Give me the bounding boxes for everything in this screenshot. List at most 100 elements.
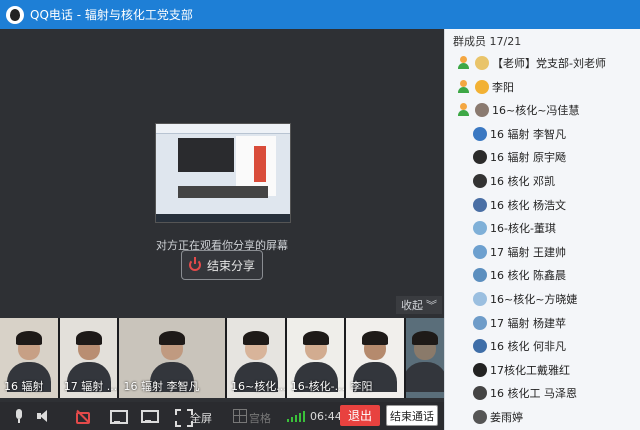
participant-thumbnail[interactable]: 李阳: [346, 318, 405, 398]
participant-hair: [15, 331, 42, 345]
preview-thumb-strip: [178, 186, 268, 198]
window-title: QQ电话 - 辐射与核化工党支部: [30, 8, 193, 22]
member-name: 16 核化 何非凡: [490, 340, 566, 354]
member-name: 16~核化~方晓婕: [490, 293, 578, 306]
fullscreen-label[interactable]: 全屏: [190, 410, 212, 426]
screen-share-icon[interactable]: [110, 409, 128, 424]
participant-hair: [159, 331, 186, 345]
member-item[interactable]: 16 核化 杨浩文: [445, 193, 640, 217]
member-item[interactable]: 16 核化 邓凯: [445, 169, 640, 193]
avatar: [475, 79, 489, 94]
member-name: 16 核化工 马泽恩: [490, 387, 577, 401]
fullscreen-icon[interactable]: [175, 409, 193, 427]
power-icon: [188, 257, 201, 271]
participant-thumbnail[interactable]: 16 辐射: [0, 318, 58, 398]
member-item[interactable]: 17 辐射 王建帅: [445, 240, 640, 264]
avatar: [473, 292, 487, 306]
participant-label: 16~核化...: [230, 380, 285, 393]
member-list: 群成员 17/21 【老师】党支部-刘老师 李阳 16~核化~冯佳慧 16 辐射 李智…: [444, 29, 640, 430]
person-icon: [457, 79, 470, 93]
member-name: 16~核化~冯佳慧: [492, 104, 580, 118]
qq-logo-icon: [6, 5, 24, 24]
speaker-icon[interactable]: [36, 409, 50, 423]
member-item[interactable]: 16~核化~方晓婕: [445, 287, 640, 311]
collapse-label: 收起: [401, 299, 423, 312]
participant-thumbnails: 16 辐射 17 辐射 ... 16 辐射 李智凡 16~核化... 16-核化-...…: [0, 318, 445, 398]
member-item[interactable]: 16 核化 陈鑫晨: [445, 263, 640, 287]
chevron-down-icon: ︾: [426, 299, 437, 312]
participant-label: 16 辐射 李智凡: [123, 380, 200, 393]
preview-video: [178, 138, 234, 172]
participant-thumbnail[interactable]: 16 辐射 李智凡: [119, 318, 225, 398]
participant-hair: [242, 331, 269, 345]
title-bar: QQ电话 - 辐射与核化工党支部: [0, 0, 640, 29]
member-item[interactable]: 17 辐射 杨建苹: [445, 311, 640, 335]
participant-label: 17 辐射 ...: [63, 380, 118, 393]
member-name: 17核化工戴雅红: [490, 363, 570, 377]
member-item[interactable]: 16 辐射 李智凡: [445, 122, 640, 146]
shared-screen-preview[interactable]: [155, 123, 291, 223]
avatar: [473, 174, 487, 188]
avatar: [473, 197, 487, 212]
avatar: [473, 268, 487, 283]
member-name: 16 核化 邓凯: [490, 175, 555, 188]
member-name: 16-核化-董琪: [490, 222, 556, 236]
member-item[interactable]: 17核化工戴雅红: [445, 358, 640, 382]
member-name: 16 核化 陈鑫晨: [490, 269, 566, 283]
participant-label: 16-核化-...: [290, 380, 345, 393]
member-name: 【老师】党支部-刘老师: [492, 57, 606, 70]
avatar: [473, 362, 487, 377]
participant-hair: [412, 331, 439, 345]
member-name: 17 辐射 杨建苹: [490, 316, 566, 330]
grid-view-label[interactable]: 宫格: [249, 410, 271, 426]
avatar: [473, 150, 487, 165]
person-icon: [457, 103, 470, 117]
avatar: [475, 56, 489, 70]
avatar: [475, 103, 489, 118]
person-icon: [457, 56, 470, 69]
member-item[interactable]: 【老师】党支部-刘老师: [445, 51, 640, 75]
preview-taskbar: [156, 214, 290, 222]
member-name: 16 辐射 李智凡: [490, 127, 566, 141]
member-item[interactable]: 16 辐射 原宇飏: [445, 145, 640, 169]
participant-label: 16 辐射: [4, 380, 44, 393]
member-item[interactable]: 姜雨婷: [445, 405, 640, 429]
avatar: [473, 244, 487, 259]
avatar: [473, 126, 487, 141]
participant-thumbnail[interactable]: [406, 318, 445, 398]
participant-thumbnail[interactable]: 16-核化-...: [286, 318, 345, 398]
avatar: [473, 315, 487, 330]
member-item[interactable]: 李阳: [445, 75, 640, 99]
signal-strength-icon: [287, 411, 305, 422]
avatar: [473, 410, 487, 424]
participant-hair: [302, 331, 329, 345]
avatar: [473, 386, 487, 401]
participant-hair: [362, 331, 389, 345]
preview-toolbar: [156, 124, 290, 134]
participant-label: 李阳: [350, 380, 373, 393]
participant-hair: [75, 331, 102, 345]
member-item[interactable]: 16 核化 何非凡: [445, 334, 640, 358]
member-item[interactable]: 16 核化工 马泽恩: [445, 381, 640, 405]
member-item[interactable]: 16~核化~冯佳慧: [445, 98, 640, 122]
member-name: 17 辐射 王建帅: [490, 245, 566, 259]
member-name: 李阳: [492, 80, 514, 94]
end-share-label: 结束分享: [206, 258, 255, 273]
exit-button[interactable]: 退出: [340, 405, 380, 426]
presentation-icon[interactable]: [141, 409, 159, 423]
preview-red-panel: [254, 146, 266, 182]
end-share-button[interactable]: 结束分享: [181, 250, 263, 280]
collapse-button[interactable]: 收起 ︾: [396, 296, 442, 314]
participant-thumbnail[interactable]: 16~核化...: [226, 318, 285, 398]
avatar: [473, 221, 487, 236]
member-count: 群成员 17/21: [453, 35, 522, 48]
participant-thumbnail[interactable]: 17 辐射 ...: [59, 318, 118, 398]
end-call-button[interactable]: 结束通话: [386, 405, 438, 426]
member-name: 姜雨婷: [490, 411, 523, 424]
avatar: [473, 339, 487, 354]
microphone-icon[interactable]: [12, 409, 26, 423]
grid-view-icon[interactable]: [233, 409, 247, 423]
camera-off-icon[interactable]: [76, 409, 90, 424]
participant-body: [406, 362, 445, 392]
member-item[interactable]: 16-核化-董琪: [445, 216, 640, 240]
